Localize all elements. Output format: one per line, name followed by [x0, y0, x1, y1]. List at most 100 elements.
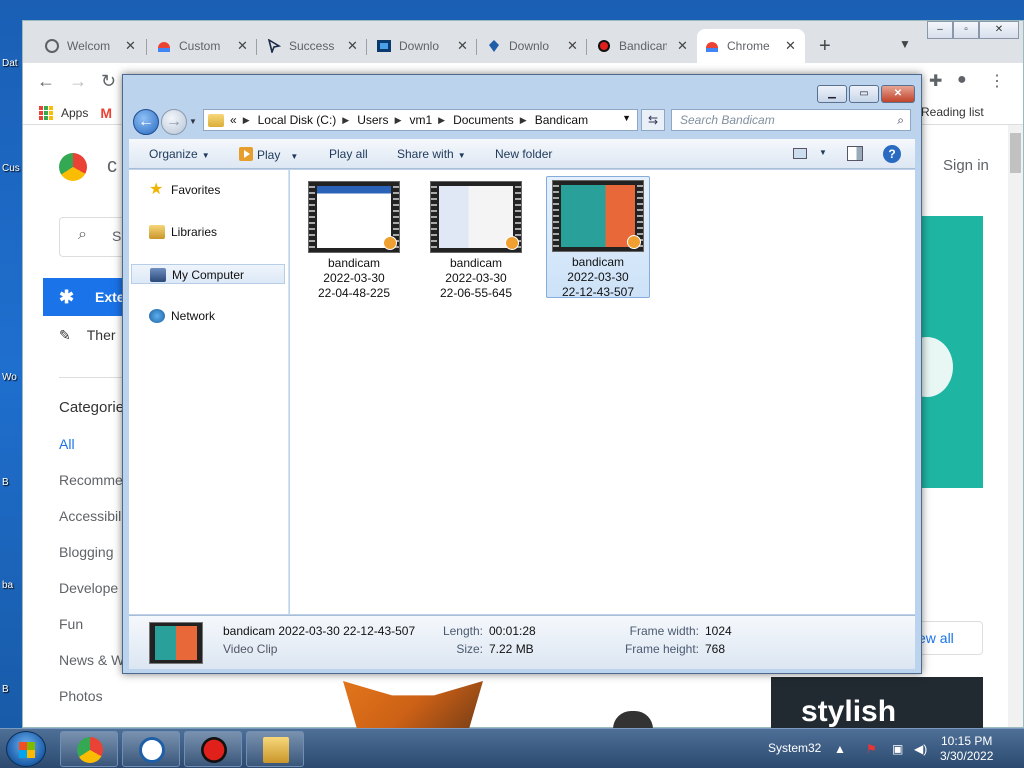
reading-list-button[interactable]: Reading list [921, 105, 984, 119]
new-folder-button[interactable]: New folder [495, 147, 552, 161]
file-item-selected[interactable]: bandicam 2022-03-30 22-12-43-507 [546, 176, 650, 299]
search-input[interactable]: Search Bandicam ⌕ [671, 109, 911, 131]
show-hidden-icons[interactable]: ▲ [834, 742, 848, 756]
close-icon[interactable]: ✕ [125, 38, 136, 54]
nav-libraries[interactable]: Libraries [131, 222, 285, 242]
tab-chrome-web-store[interactable]: Chrome ✕ [697, 29, 805, 63]
category-blogging[interactable]: Blogging [59, 544, 114, 560]
close-window-button[interactable]: ✕ [979, 21, 1019, 39]
tab-success[interactable]: Success ✕ [259, 29, 366, 63]
forward-arrow-icon[interactable]: → [161, 109, 187, 135]
address-bar[interactable]: « ▶ Local Disk (C:) ▶ Users ▶ vm1 ▶ Docu… [203, 109, 638, 131]
desktop-icon-label[interactable]: Dat [2, 58, 24, 69]
play-button[interactable]: Play ▼ [239, 147, 298, 162]
network-tray-icon[interactable]: ▣ [892, 742, 906, 756]
maximize-button[interactable]: ▫ [953, 21, 979, 39]
reload-icon[interactable]: ↻ [101, 71, 116, 92]
chevron-down-icon[interactable]: ▼ [622, 113, 631, 123]
search-icon: ⌕ [78, 226, 87, 243]
tab-download-2[interactable]: Downlo ✕ [479, 29, 586, 63]
breadcrumb-bandicam[interactable]: Bandicam [535, 113, 588, 127]
category-news[interactable]: News & W [59, 652, 124, 668]
search-icon[interactable]: ⌕ [897, 110, 904, 130]
tab-bandicam[interactable]: Bandicam ✕ [589, 29, 696, 63]
minimize-button[interactable]: – [927, 21, 953, 39]
category-developer[interactable]: Develope [59, 580, 118, 596]
page-scrollbar[interactable] [1008, 125, 1023, 727]
nav-network[interactable]: Network [131, 306, 285, 326]
close-icon[interactable]: ✕ [237, 38, 248, 54]
start-button[interactable] [6, 731, 46, 767]
close-icon[interactable]: ✕ [567, 38, 578, 54]
sidebar-item-themes[interactable]: ✎ Ther [59, 327, 116, 344]
category-all[interactable]: All [59, 436, 75, 452]
nav-my-computer[interactable]: My Computer [131, 264, 285, 284]
preview-pane-icon[interactable] [847, 146, 863, 161]
profile-avatar-icon[interactable]: ● [957, 71, 967, 89]
category-recommended[interactable]: Recomme [59, 472, 123, 488]
volume-icon[interactable]: ◀) [914, 742, 928, 756]
stylish-banner[interactable]: stylish [771, 677, 983, 729]
tab-title: Downlo [399, 39, 440, 53]
desktop-icon-label[interactable]: Wo [2, 372, 24, 383]
organize-button[interactable]: Organize ▼ [149, 147, 210, 161]
scrollbar-thumb[interactable] [1010, 133, 1021, 173]
change-view-icon[interactable] [793, 148, 807, 159]
breadcrumb-local-disk[interactable]: Local Disk (C:) [258, 113, 337, 127]
breadcrumb-users[interactable]: Users [357, 113, 388, 127]
tab-download-1[interactable]: Downlo ✕ [369, 29, 476, 63]
taskbar-bandicam[interactable] [184, 731, 242, 767]
file-item[interactable]: bandicam 2022-03-30 22-06-55-645 [424, 178, 528, 300]
minimize-button[interactable]: ▁ [817, 85, 847, 103]
category-accessibility[interactable]: Accessibil [59, 508, 121, 524]
sidebar-item-extensions[interactable]: ✱ Exte [43, 278, 127, 316]
breadcrumb-overflow[interactable]: « [230, 113, 237, 127]
extensions-icon[interactable]: ✚ [929, 71, 942, 91]
close-window-button[interactable]: ✕ [881, 85, 915, 103]
category-photos[interactable]: Photos [59, 688, 103, 704]
forward-arrow-icon[interactable]: → [69, 71, 87, 92]
taskbar-explorer[interactable] [246, 731, 304, 767]
new-tab-button[interactable]: + [819, 35, 831, 58]
chevron-down-icon[interactable]: ▼ [819, 148, 827, 157]
desktop-icon-label[interactable]: Cus [2, 163, 24, 174]
breadcrumb-vm1[interactable]: vm1 [409, 113, 432, 127]
reading-list-label: Reading list [921, 105, 984, 119]
help-icon[interactable]: ? [883, 145, 901, 163]
chrome-web-store-logo[interactable] [59, 153, 87, 181]
taskbar-chrome[interactable] [60, 731, 118, 767]
kebab-menu-icon[interactable]: ⋮ [989, 71, 1005, 91]
share-with-button[interactable]: Share with ▼ [397, 147, 466, 161]
gmail-icon[interactable]: M [100, 105, 112, 121]
view-all-button[interactable]: ew all [913, 621, 983, 655]
refresh-icon[interactable]: ⇆ [641, 109, 665, 131]
extension-tile-logo[interactable] [613, 711, 653, 729]
maximize-button[interactable]: ▭ [849, 85, 879, 103]
play-all-button[interactable]: Play all [329, 147, 368, 161]
store-search-input[interactable]: ⌕ S [59, 217, 129, 257]
close-icon[interactable]: ✕ [347, 38, 358, 54]
desktop-icon-label[interactable]: ba [2, 580, 24, 591]
desktop-icon-label[interactable]: B [2, 684, 24, 695]
breadcrumb-documents[interactable]: Documents [453, 113, 514, 127]
file-item[interactable]: bandicam 2022-03-30 22-04-48-225 [302, 178, 406, 300]
close-icon[interactable]: ✕ [785, 38, 796, 54]
tab-welcome[interactable]: Welcom ✕ [37, 29, 144, 63]
metamask-fox-logo[interactable] [343, 681, 483, 729]
action-center-icon[interactable]: ⚑ [866, 742, 880, 756]
back-arrow-icon[interactable]: ← [133, 109, 159, 135]
sign-in-link[interactable]: Sign in [943, 157, 989, 174]
desktop-icon-label[interactable]: B [2, 477, 24, 488]
history-dropdown-icon[interactable]: ▼ [189, 117, 197, 126]
tab-custom[interactable]: Custom ✕ [149, 29, 256, 63]
category-fun[interactable]: Fun [59, 616, 83, 632]
apps-bookmark[interactable]: Apps M [39, 105, 112, 121]
nav-favorites[interactable]: ★ Favorites [131, 180, 285, 200]
system-clock[interactable]: 10:15 PM 3/30/2022 [940, 734, 993, 764]
close-icon[interactable]: ✕ [677, 38, 688, 54]
close-icon[interactable]: ✕ [457, 38, 468, 54]
taskbar-app[interactable] [122, 731, 180, 767]
categories-heading: Categorie [59, 399, 125, 416]
chevron-down-icon[interactable]: ▼ [899, 37, 911, 51]
back-arrow-icon[interactable]: ← [37, 71, 55, 92]
